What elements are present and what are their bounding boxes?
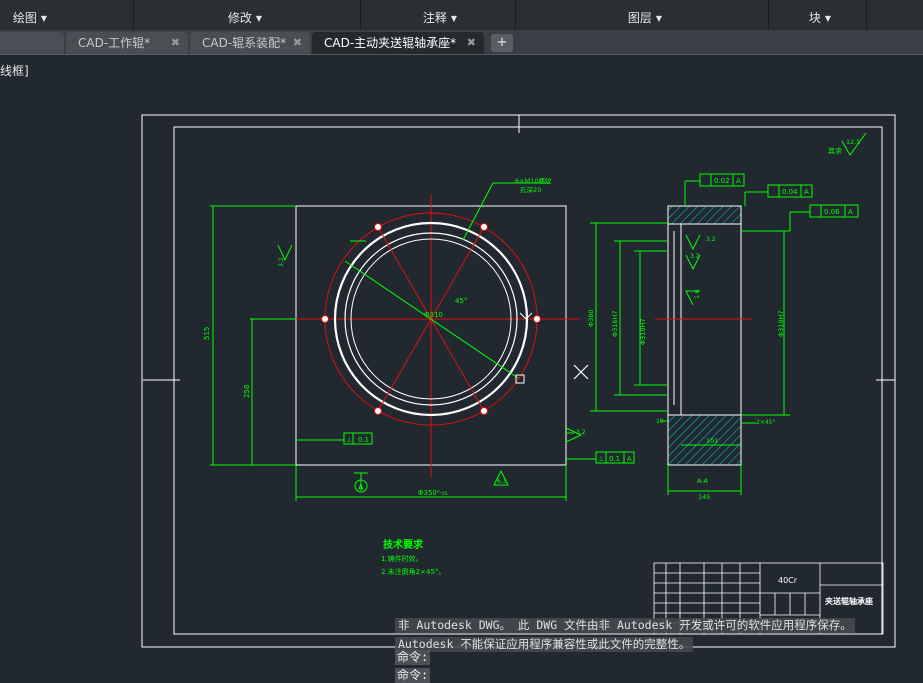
tab-start[interactable] — [0, 32, 64, 54]
bolt-hole — [374, 407, 382, 415]
dim-half-height-text: 258 — [243, 385, 251, 398]
roughness-section-1: 3.2 — [706, 236, 716, 243]
drawing-canvas[interactable]: A 515 258 Φ350⁰⋅₀₅ Φ310 45° 6×M10螺纹 孔深20… — [0, 55, 923, 675]
ribbon-panel-draw[interactable]: 绘图 ▼ — [0, 8, 60, 28]
cursor-crosshair-icon — [573, 364, 589, 380]
roughness-section-3: 1.6 — [694, 289, 701, 299]
dim-circle-text: Φ310 — [424, 311, 443, 319]
ribbon-panel-annotate[interactable]: 注释 ▼ — [405, 8, 475, 28]
dim-section-2: Φ316H7 — [611, 310, 619, 337]
tol-symbol: ⊥ — [346, 436, 352, 444]
title-material: 40Cr — [778, 576, 798, 585]
tab-label: CAD-工作辊* — [78, 36, 151, 50]
command-message-2: Autodesk 不能保证应用程序兼容性或此文件的完整性。 — [395, 637, 694, 652]
dim-section-1-right: Φ310H7 — [777, 310, 785, 337]
bolt-hole — [480, 407, 488, 415]
panel-label: 块 — [808, 11, 821, 25]
bolt-hole — [321, 315, 329, 323]
tol-symbol: ⊥ — [598, 455, 604, 463]
dim-width-text: Φ350⁰⋅₀₅ — [418, 489, 448, 497]
command-message-1: 非 Autodesk DWG。 此 DWG 文件由非 Autodesk 开发或许… — [395, 618, 855, 633]
hole-note-1: 6×M10螺纹 — [515, 176, 552, 185]
dim-height-text: 515 — [203, 327, 211, 340]
roughness-corner: 其余 12.5 — [828, 132, 867, 156]
close-icon[interactable]: ✖ — [467, 32, 476, 54]
tech-title: 技术要求 — [383, 538, 424, 551]
hole-note-2: 孔深20 — [520, 185, 541, 194]
command-history: 非 Autodesk DWG。 此 DWG 文件由非 Autodesk 开发或许… — [395, 614, 855, 652]
chevron-down-icon: ▼ — [655, 14, 663, 23]
drawing-inner-frame — [173, 126, 883, 635]
tab-cad-work-roll[interactable]: CAD-工作辊* ✖ — [66, 32, 188, 54]
tol-bottom-value: 0.1 — [609, 455, 620, 463]
tech-note-1: 1.铸件时效。 — [381, 554, 423, 563]
roughness-right-text: 3.2 — [576, 429, 586, 436]
command-prompt[interactable]: 命令: — [395, 650, 431, 665]
section-hatch-top — [667, 205, 742, 225]
tol-value-1: 0.02 — [714, 177, 730, 185]
dim-section-1: Φ380 — [587, 309, 595, 327]
tol-left-value: 0.1 — [358, 436, 369, 444]
roughness-corner-prefix: 其余 — [828, 146, 842, 155]
title-part-name: 夹送辊轴承座 — [825, 596, 873, 606]
chamfer-text: 2×45° — [756, 419, 775, 426]
close-icon[interactable]: ✖ — [293, 32, 302, 54]
command-input[interactable]: 命令: — [395, 668, 431, 683]
ribbon-panel-block[interactable]: 块 ▼ — [790, 8, 850, 28]
datum-letter: A — [358, 483, 364, 492]
panel-divider — [866, 0, 867, 30]
ribbon-panel-layers[interactable]: 图层 ▼ — [610, 8, 680, 28]
tech-note-2: 2.未注倒角2×45°。 — [381, 567, 445, 576]
tol-datum-1: A — [736, 177, 741, 185]
panel-label: 图层 — [627, 11, 652, 25]
ribbon-panel-modify[interactable]: 修改 ▼ — [210, 8, 280, 28]
chevron-down-icon: ▼ — [824, 14, 832, 23]
tol-value-2: 0.04 — [782, 188, 798, 196]
section-label: A-A — [697, 477, 709, 485]
tol-datum-3: A — [848, 208, 853, 216]
tol-bottom-datum: A — [627, 455, 632, 463]
tab-label: CAD-主动夹送辊轴承座* — [324, 36, 457, 50]
chevron-down-icon: ▼ — [450, 14, 458, 23]
angle-text: 45° — [455, 297, 467, 305]
panel-divider — [515, 0, 516, 30]
panel-label: 注释 — [422, 11, 447, 25]
panel-divider — [768, 0, 769, 30]
roughness-bottom-text: 6.3 — [497, 478, 507, 485]
roughness-corner-value: 12.5 — [846, 138, 860, 146]
section-width-text: 145 — [698, 493, 710, 501]
chevron-down-icon: ▼ — [40, 14, 48, 23]
panel-divider — [133, 0, 134, 30]
tab-cad-bearing-seat[interactable]: CAD-主动夹送辊轴承座* ✖ — [312, 32, 484, 54]
new-tab-plus-icon[interactable]: + — [491, 34, 513, 52]
dim-section-3: Φ310H7 — [639, 318, 647, 345]
inner-dim-text: 101 — [706, 437, 718, 445]
tol-value-3: 0.06 — [824, 208, 840, 216]
roughness-section-2: 3.2 — [690, 253, 700, 260]
left-dim-text: 10 — [656, 418, 664, 425]
ribbon-panel-bar: 绘图 ▼ 修改 ▼ 注释 ▼ 图层 ▼ 块 ▼ — [0, 0, 923, 31]
bolt-hole — [374, 223, 382, 231]
bolt-hole — [533, 315, 541, 323]
tab-label: CAD-辊系装配* — [202, 36, 287, 50]
chevron-down-icon: ▼ — [255, 14, 263, 23]
panel-divider — [360, 0, 361, 30]
front-view: A 515 258 Φ350⁰⋅₀₅ Φ310 45° 6×M10螺纹 孔深20… — [203, 176, 635, 501]
section-hatch-bottom — [667, 414, 742, 466]
document-tab-bar: CAD-工作辊* ✖ CAD-辊系装配* ✖ CAD-主动夹送辊轴承座* ✖ + — [0, 30, 923, 55]
panel-label: 修改 — [227, 11, 252, 25]
roughness-left-text: 3.2 — [278, 257, 285, 267]
panel-label: 绘图 — [12, 11, 37, 25]
bolt-hole — [480, 223, 488, 231]
tech-requirements: 技术要求 1.铸件时效。 2.未注倒角2×45°。 — [381, 538, 445, 576]
tab-cad-roll-assembly[interactable]: CAD-辊系装配* ✖ — [190, 32, 310, 54]
tol-datum-2: A — [804, 188, 809, 196]
close-icon[interactable]: ✖ — [171, 32, 180, 54]
